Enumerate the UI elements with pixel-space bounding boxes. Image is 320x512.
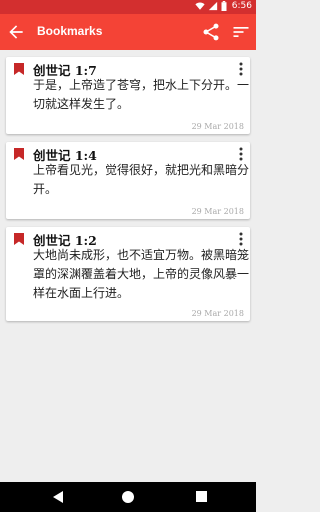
bookmark-card[interactable]: 创世记 1:4 上帝看见光，觉得很好，就把光和黑暗分开。 29 Mar 2018 xyxy=(6,142,250,219)
status-icons: 6:56 xyxy=(195,1,252,11)
back-arrow-icon[interactable] xyxy=(6,22,26,42)
status-bar: 6:56 xyxy=(0,0,256,14)
status-time: 6:56 xyxy=(231,1,252,11)
app-bar: Bookmarks xyxy=(0,14,256,50)
bookmark-date: 29 Mar 2018 xyxy=(191,207,244,216)
bookmark-icon xyxy=(14,148,24,160)
navigation-bar xyxy=(0,482,256,512)
bookmark-text: 大地尚未成形，也不适宜万物。被黑暗笼罩的深渊覆盖着大地，上帝的灵像风暴一样在水面… xyxy=(33,248,250,300)
bookmark-text: 于是，上帝造了苍穹，把水上下分开。一切就这样发生了。 xyxy=(33,78,250,111)
bookmark-date: 29 Mar 2018 xyxy=(191,309,244,318)
signal-icon xyxy=(208,1,217,11)
bookmark-text: 上帝看见光，觉得很好，就把光和黑暗分开。 xyxy=(33,163,250,196)
wifi-icon xyxy=(195,2,205,10)
bookmark-card[interactable]: 创世记 1:7 于是，上帝造了苍穹，把水上下分开。一切就这样发生了。 29 Ma… xyxy=(6,57,250,134)
share-icon[interactable] xyxy=(201,22,221,42)
more-vert-icon[interactable] xyxy=(236,232,246,246)
nav-recent-icon[interactable] xyxy=(196,491,207,502)
page-title: Bookmarks xyxy=(37,24,103,38)
nav-home-icon[interactable] xyxy=(122,491,134,503)
bookmark-date: 29 Mar 2018 xyxy=(191,122,244,131)
bookmark-icon xyxy=(14,233,24,245)
battery-icon xyxy=(221,1,227,11)
bookmark-card[interactable]: 创世记 1:2 大地尚未成形，也不适宜万物。被黑暗笼罩的深渊覆盖着大地，上帝的灵… xyxy=(6,227,250,321)
bookmark-icon xyxy=(14,63,24,75)
nav-back-icon[interactable] xyxy=(53,491,65,503)
more-vert-icon[interactable] xyxy=(236,147,246,161)
more-vert-icon[interactable] xyxy=(236,62,246,76)
sort-icon[interactable] xyxy=(231,22,251,42)
